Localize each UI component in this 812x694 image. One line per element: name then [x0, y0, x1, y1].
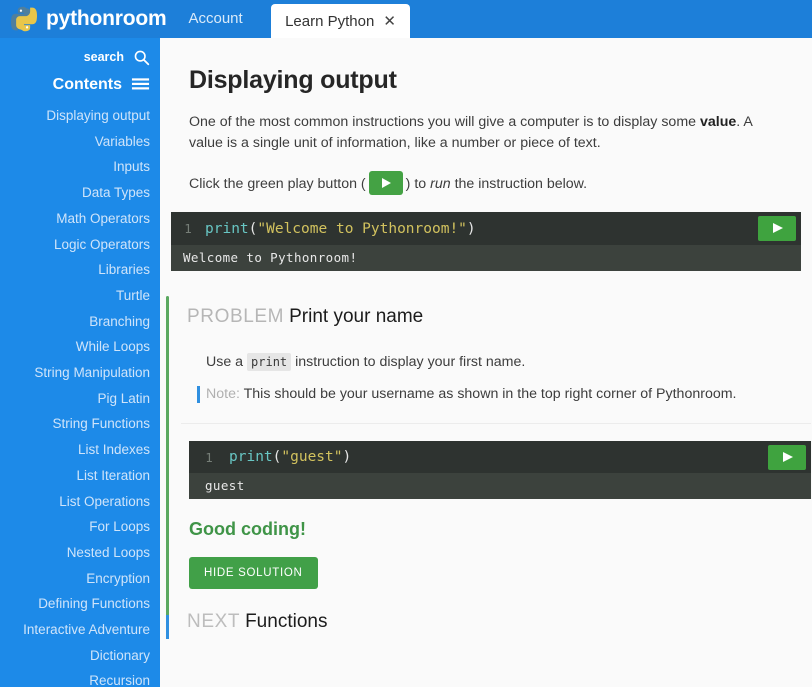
sidebar-item-nested-loops[interactable]: Nested Loops — [0, 540, 160, 566]
sidebar-item-logic-operators[interactable]: Logic Operators — [0, 232, 160, 258]
next-kicker: NEXT — [187, 611, 241, 632]
search-label: search — [83, 50, 124, 64]
play-icon[interactable] — [368, 171, 403, 195]
sidebar-item-list-operations[interactable]: List Operations — [0, 489, 160, 515]
sidebar-item-defining-functions[interactable]: Defining Functions — [0, 591, 160, 617]
top-bar: pythonroom Account Learn Python ✕ — [0, 0, 812, 38]
note-accent-bar — [197, 386, 200, 403]
sidebar-item-turtle[interactable]: Turtle — [0, 283, 160, 309]
code-token-function: print — [229, 449, 273, 465]
code-token-function: print — [205, 220, 249, 237]
instruction-part2: instruction to display your first name. — [291, 354, 526, 370]
page-title: Displaying output — [189, 66, 397, 94]
sidebar-item-math-operators[interactable]: Math Operators — [0, 206, 160, 232]
run-button[interactable] — [758, 216, 796, 241]
code-text[interactable]: print("guest") — [229, 449, 351, 465]
sidebar-item-recursion[interactable]: Recursion — [0, 668, 160, 694]
sidebar-item-string-manipulation[interactable]: String Manipulation — [0, 360, 160, 386]
problem-note: Note: This should be your username as sh… — [170, 384, 812, 405]
problem-kicker: PROBLEM — [187, 306, 285, 327]
sidebar-item-variables[interactable]: Variables — [0, 129, 160, 155]
sidebar-item-displaying-output[interactable]: Displaying output — [0, 103, 160, 129]
intro-bold-value: value — [699, 114, 737, 130]
lesson-intro-paragraph: One of the most common instructions you … — [160, 95, 812, 154]
console-output: guest — [189, 473, 811, 499]
note-text: This should be your username as shown in… — [239, 386, 737, 402]
play-text-part3: the instruction below. — [450, 176, 588, 192]
search-icon[interactable] — [133, 49, 150, 66]
next-panel[interactable]: NEXT Functions — [160, 611, 812, 639]
sidebar-search[interactable]: search — [0, 44, 160, 70]
hide-solution-button[interactable]: HIDE SOLUTION — [189, 557, 318, 589]
brand-name: pythonroom — [46, 6, 167, 30]
code-token-close-paren: ) — [342, 449, 352, 465]
play-text-italic: run — [430, 176, 451, 192]
table-of-contents: Displaying output Variables Inputs Data … — [0, 103, 160, 694]
line-number: 1 — [205, 449, 213, 465]
code-token-string: "guest" — [281, 449, 343, 465]
next-accent-bar — [166, 615, 169, 639]
next-heading: NEXT Functions — [170, 611, 812, 633]
tab-learn-python[interactable]: Learn Python ✕ — [271, 4, 410, 38]
problem-accent-bar — [166, 296, 169, 631]
intro-text-part1: One of the most common instructions you … — [189, 114, 700, 130]
lesson-play-paragraph: Click the green play button ( ) to run th… — [160, 154, 812, 195]
sidebar-item-encryption[interactable]: Encryption — [0, 566, 160, 592]
demo-code-editor[interactable]: 1 print("Welcome to Pythonroom!") Welcom… — [171, 212, 801, 271]
inline-code-print: print — [247, 353, 292, 371]
code-text[interactable]: print("Welcome to Pythonroom!") — [205, 221, 476, 237]
problem-heading: PROBLEM Print your name — [170, 296, 812, 328]
sidebar-item-data-types[interactable]: Data Types — [0, 180, 160, 206]
code-line[interactable]: 1 print("Welcome to Pythonroom!") — [171, 212, 801, 245]
python-logo-icon — [10, 6, 38, 32]
code-line[interactable]: 1 print("guest") — [189, 441, 811, 473]
sidebar-item-list-indexes[interactable]: List Indexes — [0, 437, 160, 463]
sidebar-item-branching[interactable]: Branching — [0, 309, 160, 335]
tab-label: Learn Python — [285, 12, 375, 30]
sidebar-item-libraries[interactable]: Libraries — [0, 257, 160, 283]
problem-title: Print your name — [289, 306, 424, 327]
problem-code-editor[interactable]: 1 print("guest") guest — [189, 441, 811, 499]
sidebar-item-list-iteration[interactable]: List Iteration — [0, 463, 160, 489]
run-button[interactable] — [768, 445, 806, 470]
sidebar-contents-toggle[interactable]: Contents — [0, 70, 160, 100]
sidebar-item-for-loops[interactable]: For Loops — [0, 514, 160, 540]
console-output: Welcome to Pythonroom! — [171, 245, 801, 271]
contents-label: Contents — [52, 76, 122, 93]
divider — [181, 423, 811, 424]
problem-panel: PROBLEM Print your name Use a print instr… — [160, 296, 812, 631]
play-text-part2: ) to — [405, 176, 431, 192]
sidebar: search Contents Displaying output Variab… — [0, 38, 160, 688]
hamburger-menu-icon[interactable] — [131, 77, 150, 93]
sidebar-item-pig-latin[interactable]: Pig Latin — [0, 386, 160, 412]
success-message: Good coding! — [189, 519, 306, 539]
account-link[interactable]: Account — [188, 0, 242, 38]
sidebar-item-inputs[interactable]: Inputs — [0, 154, 160, 180]
next-title: Functions — [245, 611, 328, 632]
problem-instruction: Use a print instruction to display your … — [170, 352, 812, 373]
code-token-close-paren: ) — [466, 220, 476, 237]
sidebar-item-interactive-adventure[interactable]: Interactive Adventure — [0, 617, 160, 643]
instruction-part1: Use a — [206, 354, 248, 370]
brand[interactable]: pythonroom — [0, 0, 167, 38]
main-content: Displaying output One of the most common… — [160, 38, 812, 687]
line-number: 1 — [184, 221, 192, 236]
sidebar-item-while-loops[interactable]: While Loops — [0, 334, 160, 360]
note-label: Note: — [206, 386, 240, 402]
code-token-string: "Welcome to Pythonroom!" — [257, 220, 467, 237]
play-text-part1: Click the green play button ( — [189, 176, 366, 192]
sidebar-item-string-functions[interactable]: String Functions — [0, 411, 160, 437]
sidebar-item-dictionary[interactable]: Dictionary — [0, 643, 160, 669]
close-icon[interactable]: ✕ — [383, 14, 396, 29]
